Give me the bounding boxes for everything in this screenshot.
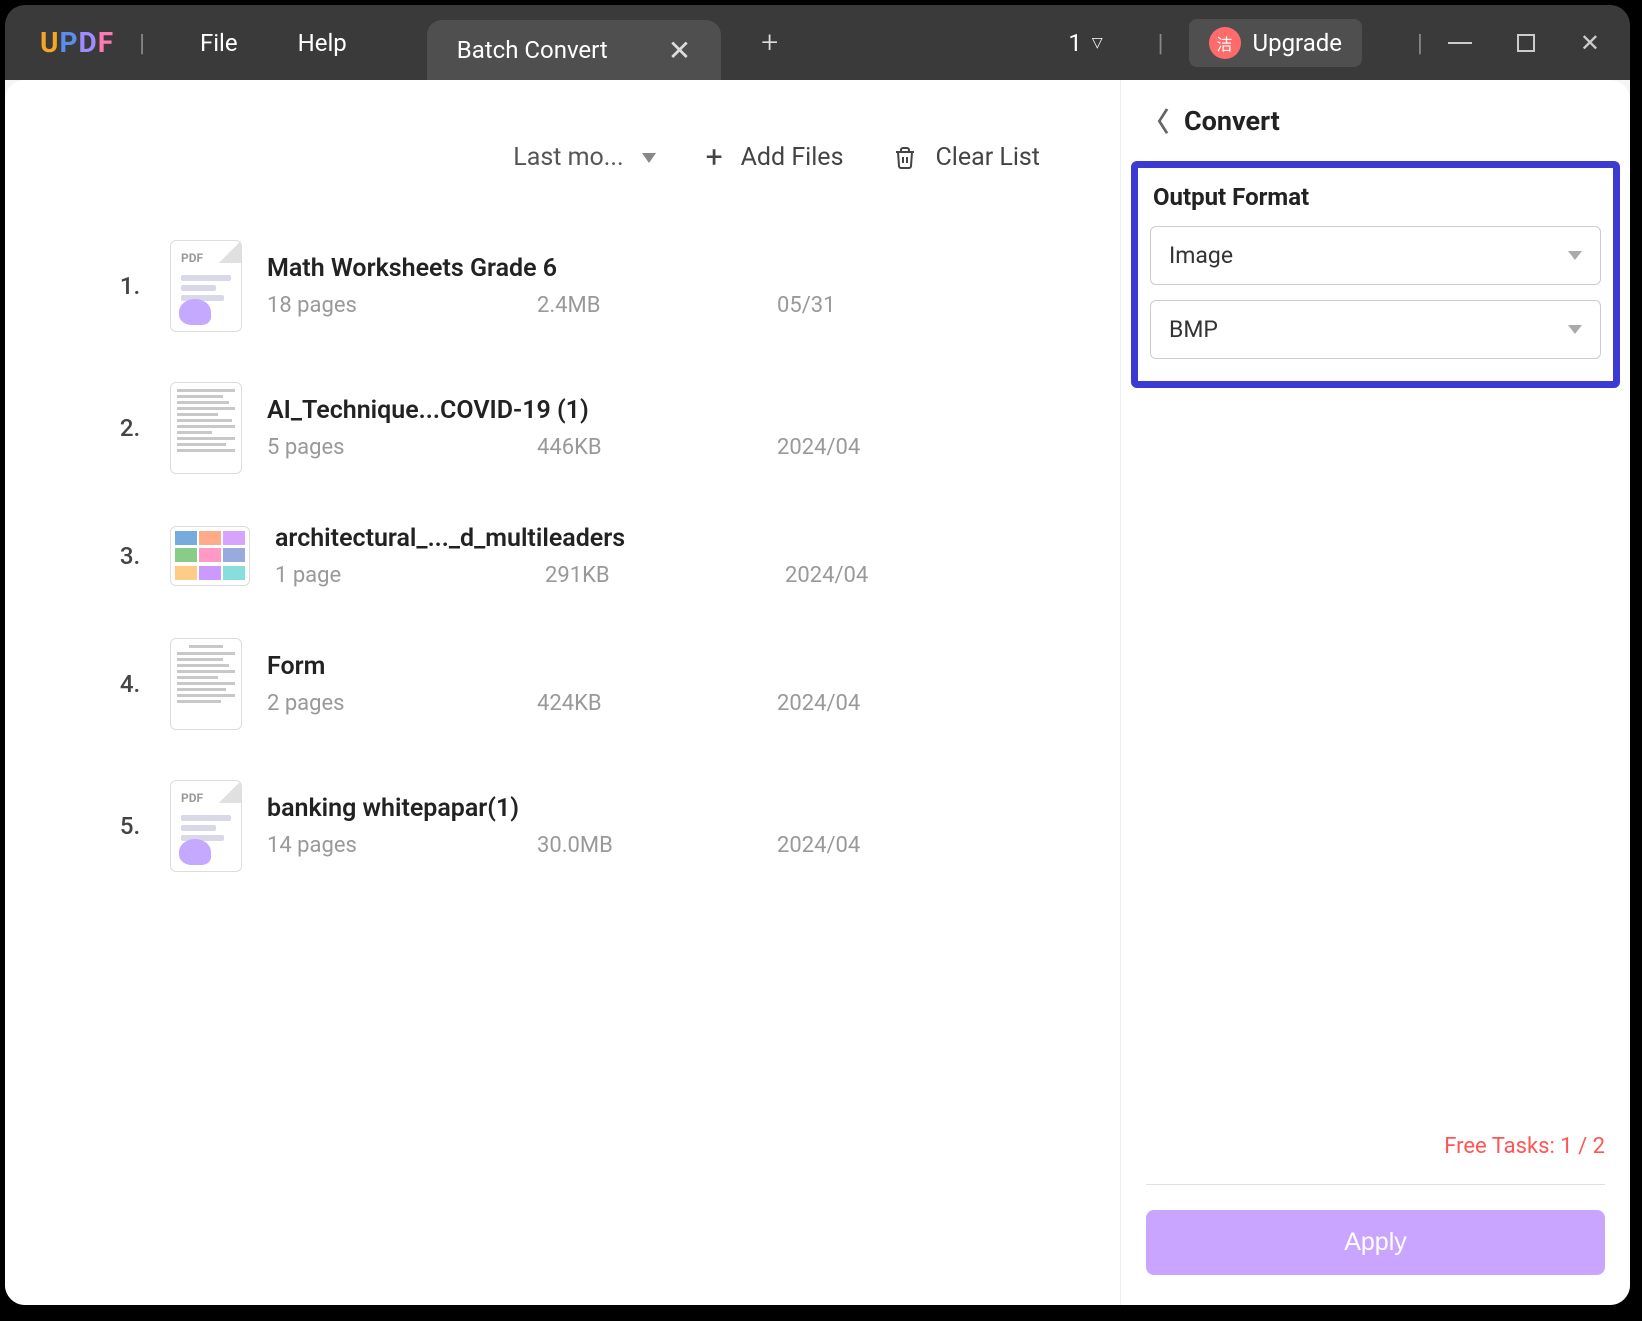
file-name: Math Worksheets Grade 6	[267, 254, 1010, 283]
apply-button[interactable]: Apply	[1146, 1210, 1605, 1275]
tab-count: 1	[1068, 29, 1082, 57]
file-date: 2024/04	[785, 563, 905, 588]
file-name: Form	[267, 652, 1010, 681]
file-info: architectural_..._d_multileaders 1 page …	[275, 524, 1010, 588]
side-panel-title: Convert	[1184, 105, 1280, 137]
file-info: Math Worksheets Grade 6 18 pages 2.4MB 0…	[267, 254, 1010, 318]
convert-side-panel: 〈 Convert Output Format Image BMP Free T…	[1120, 80, 1630, 1305]
close-window-icon[interactable]: ✕	[1580, 29, 1600, 57]
file-thumbnail: PDF	[170, 240, 242, 332]
body-area: Last mo... + Add Files Clear List	[5, 80, 1630, 1305]
separator: |	[1417, 29, 1423, 57]
upgrade-button[interactable]: 洁 Upgrade	[1189, 19, 1363, 67]
output-format-section: Output Format Image BMP	[1131, 161, 1620, 388]
file-name: architectural_..._d_multileaders	[275, 524, 1010, 553]
file-pages: 2 pages	[267, 691, 417, 716]
file-thumbnail	[170, 526, 250, 586]
file-size: 424KB	[537, 691, 657, 716]
file-size: 30.0MB	[537, 833, 657, 858]
format-type-select[interactable]: Image	[1150, 226, 1601, 285]
triangle-down-icon	[1568, 251, 1582, 260]
file-thumbnail	[170, 638, 242, 730]
file-pages: 18 pages	[267, 293, 417, 318]
separator: |	[1158, 29, 1164, 57]
file-date: 05/31	[777, 293, 897, 318]
file-index: 2.	[115, 414, 145, 442]
file-size: 446KB	[537, 435, 657, 460]
clear-list-label: Clear List	[935, 143, 1040, 172]
file-name: banking whitepapar(1)	[267, 794, 1010, 823]
triangle-down-icon	[642, 153, 656, 163]
menu-file[interactable]: File	[170, 29, 268, 57]
trash-icon	[893, 146, 917, 170]
file-date: 2024/04	[777, 435, 897, 460]
file-size: 2.4MB	[537, 293, 657, 318]
tab-counter-dropdown[interactable]: 1 ▽	[1068, 29, 1102, 57]
app-logo: UPDF	[40, 26, 114, 59]
file-pages: 1 page	[275, 563, 425, 588]
file-info: AI_Technique...COVID-19 (1) 5 pages 446K…	[267, 396, 1010, 460]
clear-list-button[interactable]: Clear List	[893, 143, 1040, 172]
format-subtype-value: BMP	[1169, 316, 1218, 343]
file-index: 3.	[115, 542, 145, 570]
menu-help[interactable]: Help	[268, 29, 377, 57]
user-avatar: 洁	[1209, 27, 1241, 59]
side-footer: Free Tasks: 1 / 2 Apply	[1121, 1134, 1630, 1305]
file-date: 2024/04	[777, 833, 897, 858]
file-pages: 14 pages	[267, 833, 417, 858]
add-files-button[interactable]: + Add Files	[706, 140, 844, 175]
minimize-icon[interactable]	[1448, 42, 1472, 44]
sort-label: Last mo...	[513, 143, 623, 172]
tab-title: Batch Convert	[457, 36, 608, 64]
upgrade-label: Upgrade	[1253, 29, 1343, 57]
window-controls: ✕	[1448, 29, 1600, 57]
main-panel: Last mo... + Add Files Clear List	[5, 80, 1120, 1305]
add-files-label: Add Files	[741, 143, 844, 172]
format-type-value: Image	[1169, 242, 1233, 269]
triangle-down-icon	[1568, 325, 1582, 334]
file-thumbnail	[170, 382, 242, 474]
format-subtype-select[interactable]: BMP	[1150, 300, 1601, 359]
free-tasks-label: Free Tasks: 1 / 2	[1146, 1134, 1605, 1159]
file-thumbnail: PDF	[170, 780, 242, 872]
file-row[interactable]: 5. PDF banking whitepapar(1) 14 pages 30…	[75, 755, 1050, 897]
divider	[1146, 1184, 1605, 1185]
title-bar: UPDF | File Help Batch Convert ✕ + 1 ▽ |…	[5, 5, 1630, 80]
close-tab-icon[interactable]: ✕	[668, 34, 691, 67]
file-row[interactable]: 1. PDF Math Worksheets Grade 6 18 pages …	[75, 215, 1050, 357]
file-info: Form 2 pages 424KB 2024/04	[267, 652, 1010, 716]
file-toolbar: Last mo... + Add Files Clear List	[75, 120, 1050, 215]
file-pages: 5 pages	[267, 435, 417, 460]
output-format-label: Output Format	[1153, 183, 1601, 211]
tab-batch-convert[interactable]: Batch Convert ✕	[427, 20, 721, 80]
sort-dropdown[interactable]: Last mo...	[513, 143, 655, 172]
maximize-icon[interactable]	[1517, 34, 1535, 52]
back-chevron-icon[interactable]: 〈	[1143, 102, 1169, 139]
file-date: 2024/04	[777, 691, 897, 716]
file-index: 1.	[115, 272, 145, 300]
plus-icon: +	[706, 140, 723, 175]
file-name: AI_Technique...COVID-19 (1)	[267, 396, 1010, 425]
file-size: 291KB	[545, 563, 665, 588]
new-tab-button[interactable]: +	[761, 25, 778, 60]
file-row[interactable]: 2. AI_Technique...COVID-19 (1) 5 pages 4	[75, 357, 1050, 499]
file-row[interactable]: 4. Form 2 pages 424KB 20	[75, 613, 1050, 755]
chevron-down-icon: ▽	[1092, 35, 1103, 51]
file-row[interactable]: 3. architectural_..._d_multileaders 1 pa…	[75, 499, 1050, 613]
separator: |	[139, 29, 145, 57]
app-window: UPDF | File Help Batch Convert ✕ + 1 ▽ |…	[5, 5, 1630, 1305]
file-index: 5.	[115, 812, 145, 840]
file-list-card: Last mo... + Add Files Clear List	[35, 100, 1090, 1285]
side-header: 〈 Convert	[1121, 102, 1630, 161]
file-list: 1. PDF Math Worksheets Grade 6 18 pages …	[75, 215, 1050, 1255]
file-index: 4.	[115, 670, 145, 698]
file-info: banking whitepapar(1) 14 pages 30.0MB 20…	[267, 794, 1010, 858]
